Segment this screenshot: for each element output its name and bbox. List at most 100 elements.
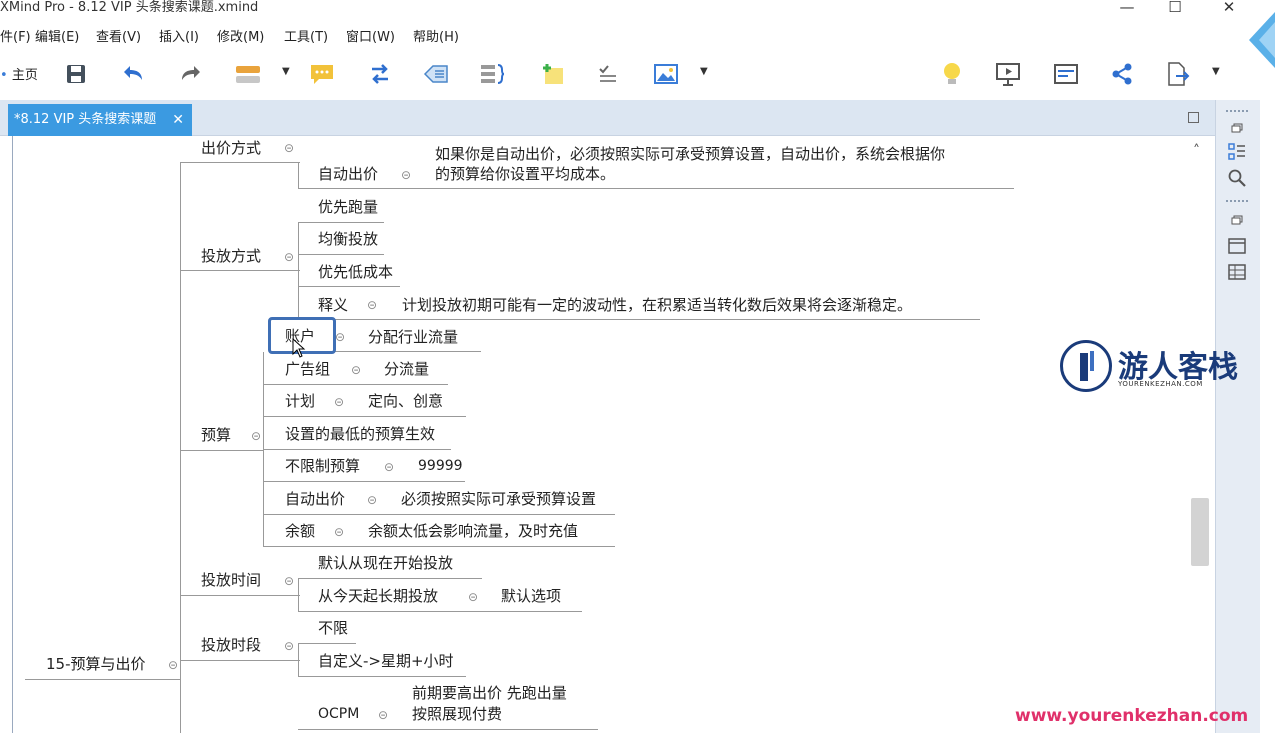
topic-ocpm[interactable]: OCPM — [318, 704, 359, 724]
topic-priority-low-cost[interactable]: 优先低成本 — [318, 262, 393, 282]
topic-balanced-delivery[interactable]: 均衡投放 — [318, 229, 378, 249]
collapse-delivery-method-icon[interactable]: ⊝ — [284, 250, 294, 264]
auto-bid-note-line1[interactable]: 如果你是自动出价，必须按照实际可承受预算设置，自动出价，系统会根据你 — [435, 144, 945, 164]
home-button[interactable]: • 主页 — [0, 64, 38, 83]
collapse-budget-icon[interactable]: ⊝ — [251, 429, 261, 443]
menu-insert[interactable]: 插入(I) — [159, 26, 199, 45]
zoom-panel-icon[interactable] — [1227, 168, 1247, 188]
canvas-left-border — [12, 136, 13, 733]
topic-balance[interactable]: 余额 — [285, 521, 315, 541]
root-topic[interactable]: 15-预算与出价 — [46, 654, 146, 674]
scroll-up-icon[interactable]: ˄ — [1193, 143, 1200, 159]
export-icon[interactable] — [1164, 60, 1192, 88]
corner-decoration — [1239, 12, 1275, 68]
collapse-delivery-time-icon[interactable]: ⊝ — [284, 574, 294, 588]
lightbulb-icon[interactable] — [938, 60, 966, 88]
collapse-budget-auto-bid-icon[interactable]: ⊝ — [367, 493, 377, 507]
image-icon[interactable] — [652, 60, 680, 88]
menu-modify[interactable]: 修改(M) — [217, 26, 264, 45]
collapse-unlimited-icon[interactable]: ⊝ — [384, 460, 394, 474]
menu-view[interactable]: 查看(V) — [96, 26, 141, 45]
ocpm-note-line2[interactable]: 按照展现付费 — [412, 704, 502, 724]
tab-close-icon[interactable]: ✕ — [172, 104, 184, 136]
collapse-auto-bid-icon[interactable]: ⊝ — [401, 168, 411, 182]
panel-restore-icon[interactable] — [1227, 118, 1247, 138]
menu-edit[interactable]: 编辑(E) — [35, 26, 79, 45]
home-dot-icon: • — [0, 68, 12, 83]
topic-delivery-method[interactable]: 投放方式 — [201, 246, 261, 266]
collapse-bid-method-icon[interactable]: ⊝ — [284, 141, 294, 155]
collapse-ocpm-icon[interactable]: ⊝ — [378, 708, 388, 722]
topic-explanation[interactable]: 释义 — [318, 295, 348, 315]
vertical-scrollbar-thumb[interactable] — [1191, 498, 1209, 566]
ocpm-note-line1[interactable]: 前期要高出价 先跑出量 — [412, 683, 567, 703]
topic-priority-volume[interactable]: 优先跑量 — [318, 197, 378, 217]
menu-window[interactable]: 窗口(W) — [346, 26, 395, 45]
menu-help[interactable]: 帮助(H) — [413, 26, 459, 45]
collapse-delivery-period-icon[interactable]: ⊝ — [284, 639, 294, 653]
collapse-explanation-icon[interactable]: ⊝ — [367, 298, 377, 312]
adgroup-note[interactable]: 分流量 — [384, 359, 429, 379]
panel-grip — [1226, 110, 1248, 112]
tab-document[interactable]: *8.12 VIP 头条搜索课题 ✕ — [8, 104, 192, 136]
tab-label: *8.12 VIP 头条搜索课题 — [14, 112, 157, 127]
budget-auto-bid-note[interactable]: 必须按照实际可承受预算设置 — [401, 489, 596, 509]
collapse-balance-icon[interactable]: ⊝ — [334, 525, 344, 539]
collapse-adgroup-icon[interactable]: ⊝ — [351, 363, 361, 377]
image-dropdown-icon[interactable]: ▼ — [700, 66, 708, 77]
topic-delivery-period[interactable]: 投放时段 — [201, 635, 261, 655]
share-icon[interactable] — [1108, 60, 1136, 88]
boundary-icon[interactable] — [422, 60, 450, 88]
long-term-note[interactable]: 默认选项 — [501, 586, 561, 606]
collapse-plan-icon[interactable]: ⊝ — [334, 395, 344, 409]
topic-adgroup[interactable]: 广告组 — [285, 359, 330, 379]
topic-icon[interactable] — [234, 60, 262, 88]
panel-restore-icon-2[interactable] — [1227, 210, 1247, 230]
topic-budget-auto-bid[interactable]: 自动出价 — [285, 489, 345, 509]
topic-auto-bid[interactable]: 自动出价 — [318, 164, 378, 184]
maximize-button[interactable]: ☐ — [1160, 0, 1190, 16]
auto-bid-note-line2[interactable]: 的预算给你设置平均成本。 — [435, 164, 615, 184]
balance-note[interactable]: 余额太低会影响流量，及时充值 — [368, 521, 578, 541]
topic-plan[interactable]: 计划 — [285, 391, 315, 411]
redo-icon[interactable] — [176, 60, 204, 88]
panel-grip-2 — [1226, 200, 1248, 202]
topic-budget[interactable]: 预算 — [201, 425, 231, 445]
menu-file[interactable]: 件(F) — [0, 26, 31, 45]
topic-unlimited-period[interactable]: 不限 — [318, 618, 348, 638]
relationship-icon[interactable] — [366, 60, 394, 88]
outline-panel-icon[interactable] — [1227, 142, 1247, 162]
outline-icon[interactable] — [1052, 60, 1080, 88]
plan-note[interactable]: 定向、创意 — [368, 391, 443, 411]
format-panel-icon[interactable] — [1227, 262, 1247, 282]
collapse-long-term-icon[interactable]: ⊝ — [468, 590, 478, 604]
topic-delivery-time[interactable]: 投放时间 — [201, 570, 261, 590]
callout-icon[interactable] — [308, 60, 336, 88]
collapse-account-icon[interactable]: ⊝ — [335, 330, 345, 344]
topic-unlimited-budget[interactable]: 不限制预算 — [285, 456, 360, 476]
unlimited-note[interactable]: 99999 — [418, 456, 463, 476]
menu-tools[interactable]: 工具(T) — [284, 26, 328, 45]
undo-icon[interactable] — [120, 60, 148, 88]
toolbar: • 主页 ▼ ▼ ▼ — [0, 52, 1240, 96]
presentation-icon[interactable] — [994, 60, 1022, 88]
restore-editor-icon[interactable] — [1188, 112, 1199, 123]
topic-long-term[interactable]: 从今天起长期投放 — [318, 586, 438, 606]
watermark-subtitle: YOURENKEZHAN.COM — [1118, 380, 1203, 388]
export-dropdown-icon[interactable]: ▼ — [1212, 66, 1220, 77]
minimize-button[interactable]: — — [1112, 0, 1142, 16]
account-note[interactable]: 分配行业流量 — [368, 327, 458, 347]
topic-start-now[interactable]: 默认从现在开始投放 — [318, 553, 453, 573]
summary-icon[interactable] — [478, 60, 506, 88]
topic-dropdown-icon[interactable]: ▼ — [282, 66, 290, 77]
task-icon[interactable] — [594, 60, 622, 88]
explanation-text[interactable]: 计划投放初期可能有一定的波动性，在积累适当转化数后效果将会逐渐稳定。 — [402, 295, 912, 315]
topic-bid-method[interactable]: 出价方式 — [201, 138, 261, 158]
properties-panel-icon[interactable] — [1227, 236, 1247, 256]
menu-bar: 件(F) 编辑(E) 查看(V) 插入(I) 修改(M) 工具(T) 窗口(W)… — [0, 22, 1240, 48]
collapse-root-icon[interactable]: ⊝ — [168, 658, 178, 672]
save-icon[interactable] — [62, 60, 90, 88]
note-icon[interactable] — [538, 60, 566, 88]
topic-custom-period[interactable]: 自定义->星期+小时 — [318, 651, 454, 671]
topic-min-budget[interactable]: 设置的最低的预算生效 — [285, 424, 435, 444]
